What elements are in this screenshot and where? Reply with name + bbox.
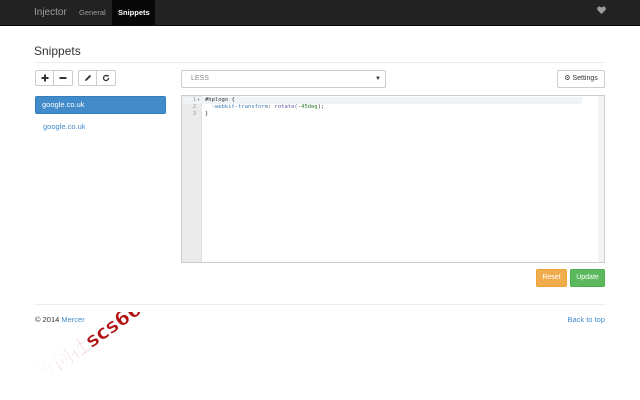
language-select[interactable]: LESS ▼ bbox=[181, 70, 386, 88]
page-title: Snippets bbox=[34, 44, 81, 58]
pencil-icon bbox=[84, 74, 91, 81]
code-function: rotate( bbox=[274, 104, 298, 110]
divider bbox=[34, 304, 606, 305]
remove-snippet-button[interactable] bbox=[54, 70, 73, 86]
svg-text:数创社scs66: 数创社scs66 bbox=[31, 312, 146, 372]
add-snippet-button[interactable] bbox=[35, 70, 54, 86]
plus-icon bbox=[41, 74, 48, 82]
line-number: 3 bbox=[192, 111, 196, 117]
update-button[interactable]: Update bbox=[570, 269, 605, 287]
settings-button[interactable]: ⚙ Settings bbox=[557, 70, 605, 88]
divider bbox=[34, 62, 606, 63]
code-line: 2 -webkit-transform: rotate(-45deg); bbox=[182, 104, 582, 111]
watermark-stamp: 数创社scs66 bbox=[31, 312, 147, 372]
fold-arrow-icon[interactable]: ▾ bbox=[197, 97, 200, 104]
snippet-list-item-active[interactable]: google.co.uk bbox=[35, 96, 166, 114]
refresh-button[interactable] bbox=[97, 70, 116, 86]
back-to-top-link[interactable]: Back to top bbox=[567, 315, 605, 325]
editor-gutter bbox=[182, 96, 202, 262]
reset-button[interactable]: Reset bbox=[536, 269, 567, 287]
code-colon: : bbox=[267, 104, 275, 110]
code-property: -webkit-transform bbox=[205, 104, 268, 110]
settings-label: Settings bbox=[572, 75, 598, 82]
minus-icon bbox=[59, 77, 67, 79]
language-select-value: LESS bbox=[191, 75, 209, 82]
edit-snippet-button[interactable] bbox=[78, 70, 97, 86]
line-number: 1 bbox=[192, 97, 196, 103]
code-value: -45deg bbox=[297, 104, 318, 110]
refresh-icon bbox=[102, 74, 110, 82]
code-brace: { bbox=[228, 97, 235, 103]
tab-snippets[interactable]: Snippets bbox=[112, 0, 155, 25]
gear-icon: ⚙ bbox=[564, 75, 571, 82]
tab-general[interactable]: General bbox=[73, 0, 112, 25]
line-number: 2 bbox=[192, 104, 196, 110]
chevron-down-icon: ▼ bbox=[375, 76, 381, 82]
code-line: 1 ▾ #hplogo { bbox=[182, 97, 582, 104]
code-end: ); bbox=[317, 104, 325, 110]
editor-scrollbar[interactable] bbox=[598, 96, 604, 262]
code-selector: #hplogo bbox=[205, 97, 229, 103]
top-navbar: Injector General Snippets bbox=[0, 0, 640, 26]
code-line: 3 } bbox=[182, 111, 582, 118]
heart-icon[interactable] bbox=[596, 6, 606, 18]
brand-logo[interactable]: Injector bbox=[34, 7, 67, 19]
code-text: } bbox=[205, 111, 209, 117]
code-editor[interactable]: 1 ▾ #hplogo { 2 -webkit-transform: rotat… bbox=[181, 95, 605, 263]
snippet-list-item[interactable]: google.co.uk bbox=[35, 119, 166, 135]
